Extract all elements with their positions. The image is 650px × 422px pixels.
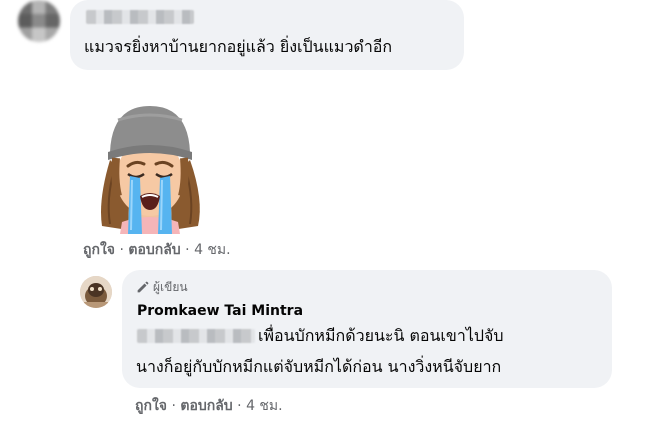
timestamp-link[interactable]: 4 ชม.	[194, 242, 231, 258]
like-link[interactable]: ถูกใจ	[83, 242, 115, 258]
reply-link[interactable]: ตอบกลับ	[180, 398, 232, 414]
reply-actions: ถูกใจ · ตอบกลับ · 4 ชม.	[135, 397, 283, 415]
author-avatar[interactable]	[80, 276, 112, 308]
separator: ·	[119, 242, 124, 258]
author-badge: ผู้เขียน	[136, 279, 188, 295]
like-link[interactable]: ถูกใจ	[135, 398, 167, 414]
separator: ·	[171, 398, 176, 414]
reply-link[interactable]: ตอบกลับ	[128, 242, 180, 258]
pencil-icon	[137, 281, 149, 292]
crying-avatar-sticker	[101, 106, 200, 234]
reply-text-line-2: นางก็อยู่กับบักหมีกแต่จับหมีกได้ก่อน นาง…	[136, 357, 502, 376]
comment-actions: ถูกใจ · ตอบกลับ · 4 ชม.	[83, 241, 231, 259]
timestamp-link[interactable]: 4 ชม.	[246, 398, 283, 414]
reply-text-line-1: เพื่อนบักหมีกด้วยนะนิ ตอนเขาไปจับ	[258, 326, 504, 345]
separator: ·	[185, 242, 190, 258]
author-badge-label: ผู้เขียน	[153, 280, 188, 294]
author-name[interactable]: Promkaew Tai Mintra	[137, 302, 303, 320]
commenter-avatar-blurred[interactable]	[18, 0, 60, 42]
tagged-name-blurred[interactable]	[137, 329, 255, 343]
comment-text: แมวจรยิ่งหาบ้านยากอยู่แล้ว ยิ่งเป็นแมวดำ…	[84, 37, 393, 56]
commenter-name-blurred[interactable]	[86, 10, 194, 24]
separator: ·	[237, 398, 242, 414]
